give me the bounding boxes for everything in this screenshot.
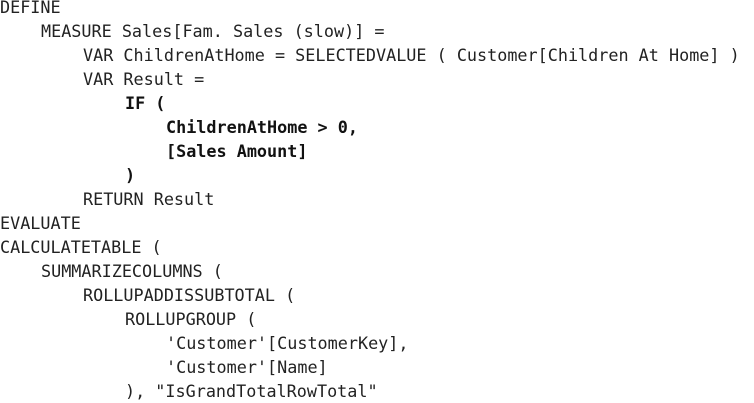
code-line-condition: ChildrenAtHome > 0,	[166, 117, 358, 137]
code-line-customer-key: 'Customer'[CustomerKey],	[166, 333, 409, 353]
code-line-var-result: VAR Result =	[83, 69, 205, 89]
code-line-return: RETURN Result	[83, 189, 215, 209]
code-line-calculatetable: CALCULATETABLE (	[0, 237, 162, 257]
code-line-grand-total: ), "IsGrandTotalRowTotal"	[125, 381, 378, 401]
code-line-define: DEFINE	[0, 0, 61, 17]
code-line-summarizecolumns: SUMMARIZECOLUMNS (	[41, 261, 223, 281]
code-line-sales-amount: [Sales Amount]	[166, 141, 308, 161]
code-line-measure: MEASURE Sales[Fam. Sales (slow)] =	[41, 21, 385, 41]
code-line-rollupgroup: ROLLUPGROUP (	[125, 309, 257, 329]
code-line-rollupaddissubtotal: ROLLUPADDISSUBTOTAL (	[83, 285, 296, 305]
code-line-evaluate: EVALUATE	[0, 213, 81, 233]
code-listing: DEFINE MEASURE Sales[Fam. Sales (slow)] …	[0, 0, 754, 401]
code-line-customer-name: 'Customer'[Name]	[166, 357, 328, 377]
code-line-if: IF (	[125, 93, 166, 113]
code-line-var-children: VAR ChildrenAtHome = SELECTEDVALUE ( Cus…	[83, 45, 740, 65]
code-line-if-close: )	[125, 165, 136, 185]
